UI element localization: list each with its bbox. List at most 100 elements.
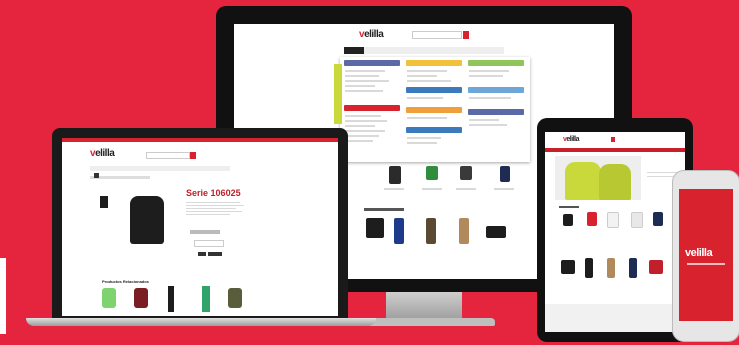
tablet-product-thumb[interactable]	[649, 260, 663, 274]
tablet-product-thumb[interactable]	[631, 212, 643, 228]
product-thumb[interactable]	[500, 166, 510, 182]
menu-link[interactable]	[407, 80, 451, 82]
product-thumb[interactable]	[460, 166, 472, 180]
phone-tagline	[687, 263, 725, 265]
laptop-product-title: Serie 106025	[186, 188, 241, 198]
laptop-quantity-selector[interactable]	[198, 252, 206, 256]
tablet-product-thumb[interactable]	[563, 214, 573, 226]
desktop-nav-tab-catalogo[interactable]	[344, 47, 364, 54]
desktop-section-heading	[364, 208, 404, 211]
related-product-thumb[interactable]	[202, 286, 210, 312]
laptop-add-to-cart-button[interactable]	[208, 252, 222, 256]
product-thumb[interactable]	[426, 218, 436, 244]
desktop-search-input[interactable]	[412, 31, 462, 39]
related-product-thumb[interactable]	[168, 286, 174, 312]
related-product-thumb[interactable]	[228, 288, 242, 308]
laptop-description-line	[186, 214, 230, 215]
laptop-color-selector[interactable]	[194, 240, 224, 247]
menu-link[interactable]	[345, 120, 387, 122]
laptop-breadcrumb	[90, 176, 150, 179]
laptop-size-selector[interactable]	[190, 230, 220, 234]
menu-link[interactable]	[469, 75, 503, 77]
menu-link[interactable]	[407, 137, 441, 139]
menu-link[interactable]	[407, 70, 447, 72]
menu-link[interactable]	[345, 70, 385, 72]
laptop-description-line	[186, 202, 240, 203]
menu-category-7[interactable]	[406, 107, 462, 113]
laptop-back-icon[interactable]	[94, 173, 99, 178]
menu-category-9[interactable]	[406, 127, 462, 133]
product-thumb[interactable]	[394, 218, 404, 244]
menu-link[interactable]	[345, 80, 389, 82]
menu-link[interactable]	[345, 135, 379, 137]
related-product-thumb[interactable]	[134, 288, 148, 308]
phone-logo[interactable]: velilla	[685, 247, 713, 259]
menu-link[interactable]	[345, 90, 383, 92]
tablet-product-thumb[interactable]	[587, 212, 597, 226]
menu-link[interactable]	[345, 125, 375, 127]
tablet-product-thumb[interactable]	[561, 260, 575, 274]
tablet: velilla	[537, 118, 693, 342]
related-product-thumb[interactable]	[102, 288, 116, 308]
menu-category-8[interactable]	[468, 109, 524, 115]
phone: velilla	[672, 170, 739, 342]
menu-link[interactable]	[469, 97, 511, 99]
laptop-base	[26, 318, 376, 326]
desktop-logo[interactable]: velilla	[359, 29, 384, 40]
tablet-hero-text	[647, 176, 673, 177]
product-title-prefix: Serie	[186, 188, 209, 198]
desktop-stand-base	[365, 318, 495, 326]
menu-link[interactable]	[345, 75, 379, 77]
product-thumb[interactable]	[459, 218, 469, 244]
laptop-nav-bar	[90, 166, 230, 171]
tablet-category-heading	[559, 206, 579, 208]
product-caption	[422, 188, 442, 190]
menu-category-1[interactable]	[344, 60, 400, 66]
desktop-search-button[interactable]	[463, 31, 469, 39]
laptop-logo[interactable]: velilla	[90, 148, 115, 159]
menu-link[interactable]	[407, 75, 437, 77]
menu-category-6[interactable]	[344, 105, 400, 111]
laptop: velilla Serie 106025 Productos Relaciona…	[52, 128, 348, 318]
tablet-product-thumb[interactable]	[585, 258, 593, 278]
laptop-related-heading: Productos Relacionados	[102, 279, 149, 284]
menu-link[interactable]	[345, 115, 381, 117]
laptop-search-button[interactable]	[190, 152, 196, 159]
menu-category-4[interactable]	[406, 87, 462, 93]
menu-link[interactable]	[345, 140, 373, 142]
tablet-product-thumb[interactable]	[607, 212, 619, 228]
tablet-nav-bar	[545, 148, 685, 152]
menu-link[interactable]	[407, 142, 437, 144]
product-thumb[interactable]	[366, 218, 384, 238]
product-code: 106025	[210, 188, 241, 198]
tablet-product-thumb[interactable]	[629, 258, 637, 278]
desktop-mega-menu	[340, 57, 530, 162]
product-thumb[interactable]	[486, 226, 506, 238]
menu-link[interactable]	[469, 70, 509, 72]
tablet-search-button[interactable]	[611, 137, 615, 142]
laptop-search-input[interactable]	[146, 152, 190, 159]
laptop-topbar	[62, 138, 338, 142]
menu-link[interactable]	[407, 117, 447, 119]
menu-category-5[interactable]	[468, 87, 524, 93]
menu-link[interactable]	[469, 124, 507, 126]
tablet-logo[interactable]: velilla	[563, 136, 579, 143]
tablet-product-thumb[interactable]	[607, 258, 615, 278]
menu-link[interactable]	[345, 85, 375, 87]
menu-category-2[interactable]	[406, 60, 462, 66]
laptop-thumbnail[interactable]	[100, 196, 108, 208]
tablet-hero-banner	[555, 156, 641, 200]
laptop-description-line	[186, 211, 242, 212]
laptop-description-line	[186, 208, 236, 209]
menu-link[interactable]	[407, 97, 443, 99]
menu-link[interactable]	[345, 130, 385, 132]
tablet-hero-text	[647, 172, 677, 173]
menu-category-3[interactable]	[468, 60, 524, 66]
tablet-footer	[545, 304, 685, 332]
product-thumb[interactable]	[389, 166, 401, 184]
phone-screen: velilla	[679, 189, 733, 321]
menu-link[interactable]	[469, 119, 499, 121]
tablet-product-thumb[interactable]	[653, 212, 663, 226]
hero-jacket-image	[565, 162, 601, 200]
product-thumb[interactable]	[426, 166, 438, 180]
